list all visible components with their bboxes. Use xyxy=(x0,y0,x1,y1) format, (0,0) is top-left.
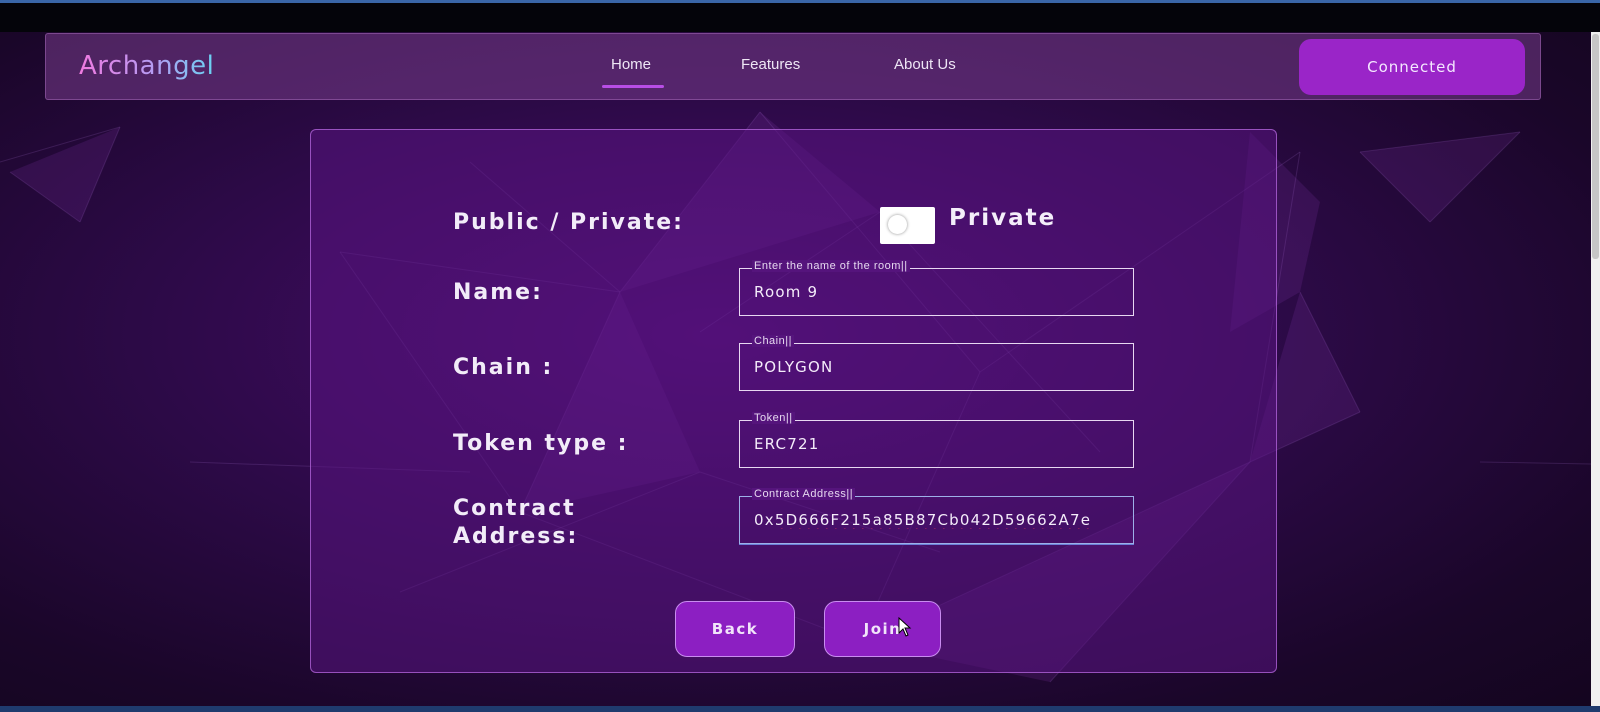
active-nav-indicator xyxy=(602,85,664,88)
vertical-scrollbar[interactable] xyxy=(1591,32,1600,706)
top-navbar: Archangel Home Features About Us Connect… xyxy=(45,33,1541,100)
chain-legend: Chain|| xyxy=(752,335,794,347)
room-name-value[interactable]: Room 9 xyxy=(754,283,1126,301)
scrollbar-thumb[interactable] xyxy=(1592,34,1599,259)
token-type-label: Token type : xyxy=(453,431,629,456)
brand-logo[interactable]: Archangel xyxy=(79,51,214,81)
page-viewport: Archangel Home Features About Us Connect… xyxy=(0,32,1591,706)
back-button[interactable]: Back xyxy=(675,601,795,657)
contract-address-field[interactable]: Contract Address|| 0x5D666F215a85B87Cb04… xyxy=(739,488,1134,544)
chain-label: Chain : xyxy=(453,355,554,380)
contract-address-label: Contract Address: xyxy=(453,495,578,551)
contract-address-prefix: 0x xyxy=(754,511,775,529)
browser-top-bar xyxy=(0,0,1600,32)
nav-link-features[interactable]: Features xyxy=(741,56,800,73)
join-room-form-card: Public / Private: Private Name: Enter th… xyxy=(310,129,1277,673)
room-name-field[interactable]: Enter the name of the room|| Room 9 xyxy=(739,260,1134,316)
mouse-cursor-icon xyxy=(898,617,912,637)
name-label: Name: xyxy=(453,280,543,305)
join-button[interactable]: Join xyxy=(824,601,941,657)
chain-value[interactable]: POLYGON xyxy=(754,358,1126,376)
visibility-toggle[interactable] xyxy=(880,207,935,244)
room-name-legend: Enter the name of the room|| xyxy=(752,260,910,272)
nav-link-home[interactable]: Home xyxy=(611,56,651,73)
wallet-connected-button[interactable]: Connected xyxy=(1299,39,1525,95)
nav-link-about-us[interactable]: About Us xyxy=(894,56,956,73)
visibility-label: Public / Private: xyxy=(453,210,684,235)
contract-address-rest: 5D666F215a85B87Cb042D59662A7e xyxy=(774,511,1092,529)
contract-address-label-line2: Address: xyxy=(453,524,579,549)
contract-address-value[interactable]: 0x5D666F215a85B87Cb042D59662A7e xyxy=(754,511,1126,529)
contract-address-legend: Contract Address|| xyxy=(752,488,856,500)
chain-field[interactable]: Chain|| POLYGON xyxy=(739,335,1134,391)
contract-address-label-line1: Contract xyxy=(453,496,576,521)
visibility-state: Private xyxy=(949,205,1057,231)
token-type-value[interactable]: ERC721 xyxy=(754,435,1126,453)
toggle-knob xyxy=(888,215,907,234)
token-type-field[interactable]: Token|| ERC721 xyxy=(739,412,1134,468)
token-legend: Token|| xyxy=(752,412,795,424)
browser-bottom-bar xyxy=(0,706,1600,712)
